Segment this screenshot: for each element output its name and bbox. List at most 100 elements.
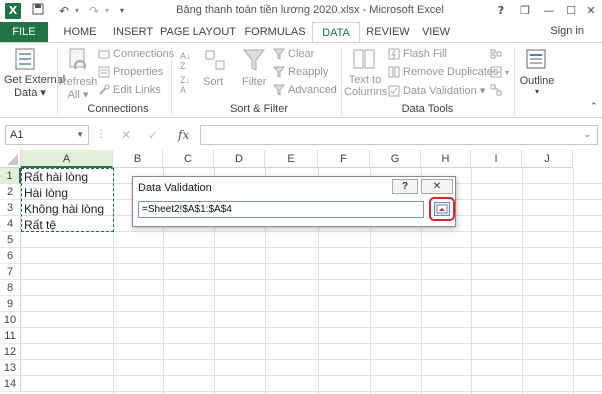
row-header-12[interactable]: 12: [0, 344, 21, 360]
column-header-f[interactable]: F: [318, 150, 370, 168]
column-header-d[interactable]: D: [214, 150, 265, 168]
tab-data[interactable]: DATA: [312, 22, 360, 43]
ribbon-tabs: FILE HOME INSERT PAGE LAYOUT FORMULAS DA…: [0, 22, 602, 43]
tab-formulas[interactable]: FORMULAS: [240, 22, 310, 42]
dialog-help-button[interactable]: ?: [392, 179, 418, 194]
tab-page-layout[interactable]: PAGE LAYOUT: [160, 22, 236, 42]
advanced-button[interactable]: Advanced: [273, 84, 337, 96]
row-header-4[interactable]: 4: [0, 216, 21, 232]
row-header-14[interactable]: 14: [0, 376, 21, 392]
ribbon-display-button[interactable]: ❐: [512, 1, 538, 21]
cell-a2[interactable]: Hài lòng: [22, 185, 68, 201]
reapply-button[interactable]: Reapply: [273, 66, 328, 78]
text-to-columns-label: Text to: [348, 74, 382, 86]
enter-formula-icon[interactable]: ✓: [148, 125, 158, 145]
row-header-9[interactable]: 9: [0, 296, 21, 312]
help-button[interactable]: ?: [488, 1, 514, 21]
remove-duplicates-button[interactable]: Remove Duplicates: [388, 66, 498, 78]
column-header-g[interactable]: G: [370, 150, 421, 168]
grid-column-line: [522, 168, 523, 394]
source-reference-input[interactable]: =Sheet2!$A$1:$A$4: [138, 201, 424, 218]
sign-in-link[interactable]: Sign in: [550, 25, 584, 37]
row-header-2[interactable]: 2: [0, 184, 21, 200]
dialog-close-button[interactable]: ✕: [421, 179, 453, 194]
clear-label: Clear: [288, 48, 315, 60]
flash-fill-button[interactable]: Flash Fill: [388, 48, 447, 60]
column-header-j[interactable]: J: [522, 150, 573, 168]
expand-formula-bar-icon[interactable]: ⌄: [583, 129, 591, 140]
save-icon[interactable]: [30, 2, 46, 20]
flash-fill-label: Flash Fill: [403, 48, 448, 60]
row-header-8[interactable]: 8: [0, 280, 21, 296]
cell-a1[interactable]: Rất hài lòng: [22, 169, 88, 185]
clear-button[interactable]: Clear: [273, 48, 314, 60]
sort-za-icon[interactable]: Z↓ A: [180, 75, 190, 95]
consolidate-icon[interactable]: [490, 48, 505, 60]
cell-a4[interactable]: Rất tệ: [22, 217, 56, 233]
relationships-icon[interactable]: [490, 84, 505, 96]
customize-qat-icon[interactable]: ▾: [116, 2, 128, 20]
outline-button[interactable]: Outline ▾: [519, 75, 555, 96]
tab-home[interactable]: HOME: [56, 22, 104, 42]
text-to-columns-button[interactable]: Text to Columns: [344, 74, 388, 98]
text-to-columns-label-2: Columns: [344, 86, 388, 98]
formula-bar: A1 ▼ ⋮ ✕ ✓ fx ⌄: [0, 118, 602, 150]
row-header-10[interactable]: 10: [0, 312, 21, 328]
data-tools-group-label: Data Tools: [401, 103, 454, 115]
close-window-button[interactable]: ✕: [578, 1, 602, 21]
get-external-data-label: Get External: [4, 74, 66, 86]
select-all-corner[interactable]: [0, 150, 21, 168]
row-header-7[interactable]: 7: [0, 264, 21, 280]
grid-row-line: [21, 263, 602, 264]
redo-icon[interactable]: ↷: [86, 2, 102, 20]
collapse-ribbon-icon[interactable]: ⌃: [590, 101, 598, 112]
sort-button[interactable]: Sort: [203, 76, 223, 88]
column-header-c[interactable]: C: [163, 150, 214, 168]
sort-az-icon[interactable]: A↓ Z: [180, 51, 191, 71]
data-validation-icon: [388, 85, 400, 97]
sort-icon: [204, 49, 226, 74]
tab-file[interactable]: FILE: [0, 22, 48, 42]
row-header-11[interactable]: 11: [0, 328, 21, 344]
formula-input[interactable]: ⌄: [200, 125, 598, 145]
column-header-a[interactable]: A: [21, 150, 113, 168]
redo-dropdown-icon[interactable]: ▾: [102, 2, 112, 20]
advanced-label: Advanced: [288, 84, 337, 96]
grid-row-line: [21, 247, 602, 248]
name-box[interactable]: A1 ▼: [5, 125, 89, 145]
filter-button[interactable]: Filter: [242, 76, 266, 88]
data-validation-button[interactable]: Data Validation ▾: [388, 84, 485, 97]
title-bar: X ↶ ▾ ↷ ▾ ▾ Bảng thanh toán tiền lương 2…: [0, 0, 602, 22]
expand-dialog-button[interactable]: [429, 197, 455, 221]
undo-icon[interactable]: ↶: [56, 2, 72, 20]
undo-dropdown-icon[interactable]: ▾: [72, 2, 82, 20]
what-if-analysis-icon[interactable]: ▾: [490, 66, 509, 78]
row-header-1[interactable]: 1: [0, 168, 21, 184]
properties-button[interactable]: Properties: [98, 66, 163, 78]
refresh-all-button[interactable]: Refresh All ▾: [58, 76, 98, 101]
column-header-h[interactable]: H: [421, 150, 471, 168]
grid-row-line: [21, 359, 602, 360]
column-header-b[interactable]: B: [113, 150, 163, 168]
grid-row-line: [21, 391, 602, 392]
row-header-3[interactable]: 3: [0, 200, 21, 216]
refresh-all-label-2: All ▾: [67, 89, 89, 101]
row-header-13[interactable]: 13: [0, 360, 21, 376]
edit-links-button[interactable]: Edit Links: [98, 84, 161, 96]
get-external-data-button[interactable]: Get External Data ▾: [4, 74, 66, 99]
tab-view[interactable]: VIEW: [416, 22, 456, 42]
column-header-i[interactable]: I: [471, 150, 522, 168]
row-header-6[interactable]: 6: [0, 248, 21, 264]
insert-function-icon[interactable]: fx: [178, 125, 189, 145]
tab-review[interactable]: REVIEW: [364, 22, 412, 42]
row-header-5[interactable]: 5: [0, 232, 21, 248]
column-header-e[interactable]: E: [265, 150, 318, 168]
grid-column-line: [471, 168, 472, 394]
tab-insert[interactable]: INSERT: [108, 22, 158, 42]
text-to-columns-icon: [352, 47, 376, 74]
cancel-formula-icon[interactable]: ✕: [121, 125, 131, 145]
connections-button[interactable]: Connections: [98, 48, 174, 60]
name-box-dropdown-icon[interactable]: ▼: [76, 126, 84, 144]
connections-label: Connections: [113, 48, 175, 60]
cell-a3[interactable]: Không hài lòng: [22, 201, 104, 217]
